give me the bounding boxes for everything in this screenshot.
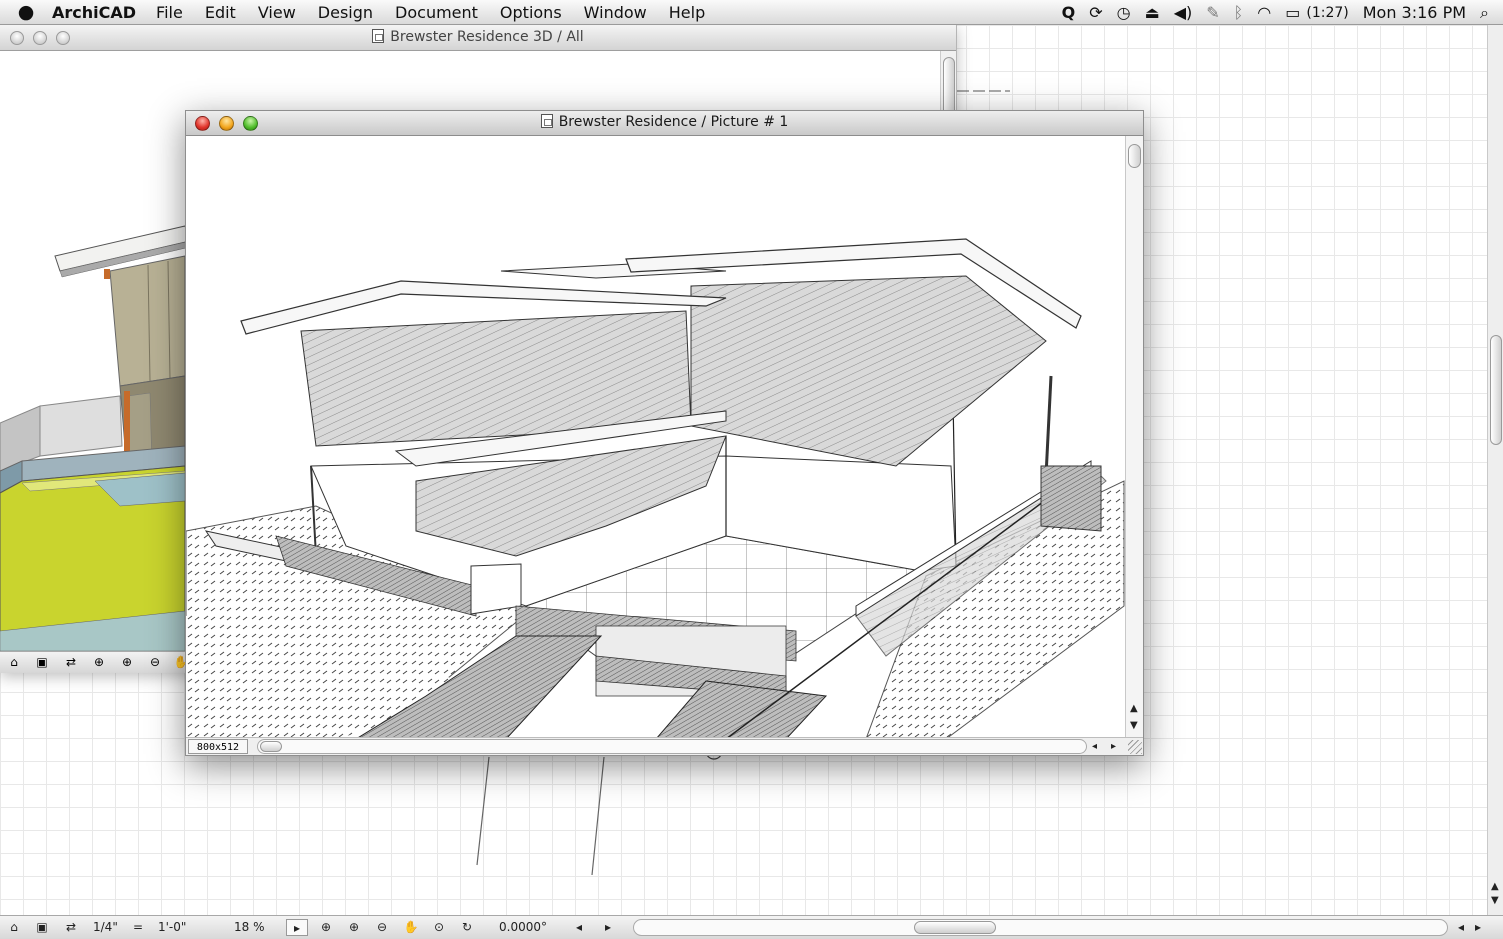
scroll-up-arrow-icon[interactable]: ▲ bbox=[1130, 703, 1138, 714]
navigator-icon[interactable]: ⌂ bbox=[3, 654, 25, 671]
picture-size-label: 800x512 bbox=[188, 739, 248, 754]
zoom-in-icon[interactable]: ⊕ bbox=[116, 654, 138, 671]
menu-document[interactable]: Document bbox=[395, 3, 478, 22]
menu-bar: ● ArchiCAD File Edit View Design Documen… bbox=[0, 0, 1503, 25]
picture-window[interactable]: Brewster Residence / Picture # 1 ▲ ▼ 800… bbox=[185, 110, 1144, 756]
preview-icon[interactable]: ▣ bbox=[31, 654, 53, 671]
apple-icon[interactable]: ● bbox=[0, 1, 52, 23]
preview-icon[interactable]: ▣ bbox=[31, 919, 53, 936]
eject-icon[interactable]: ⏏ bbox=[1145, 3, 1160, 22]
menu-view[interactable]: View bbox=[258, 3, 296, 22]
menu-edit[interactable]: Edit bbox=[205, 3, 236, 22]
3d-window-title: Brewster Residence 3D / All bbox=[0, 29, 956, 45]
scale-right[interactable]: 1'-0" bbox=[158, 919, 186, 936]
plan-vertical-scrollbar[interactable]: ▲ ▼ bbox=[1487, 25, 1503, 915]
plan-horizontal-scroll-thumb[interactable] bbox=[914, 921, 996, 934]
picture-window-bottom-bar: 800x512 ◂ ▸ bbox=[186, 737, 1143, 755]
zoom-out-icon[interactable]: ⊖ bbox=[144, 654, 166, 671]
picture-horizontal-scrollbar[interactable] bbox=[257, 739, 1087, 754]
rendered-picture bbox=[186, 136, 1126, 739]
menu-window[interactable]: Window bbox=[584, 3, 647, 22]
app-menu[interactable]: ArchiCAD bbox=[52, 3, 136, 22]
volume-icon[interactable]: ◀) bbox=[1174, 3, 1193, 22]
next-zoom-icon[interactable]: ▸ bbox=[597, 919, 619, 936]
scroll-down-arrow-icon[interactable]: ▼ bbox=[1130, 720, 1138, 731]
pan-hand-icon[interactable]: ✋ bbox=[400, 919, 422, 936]
3d-vertical-scroll-thumb[interactable] bbox=[943, 57, 955, 117]
status-menus: Q ⟳ ◷ ⏏ ◀) ✎ ᛒ ◠ ▭ (1:27) Mon 3:16 PM ⌕ bbox=[1062, 0, 1503, 25]
picture-vertical-scroll-thumb[interactable] bbox=[1128, 144, 1141, 168]
menu-design[interactable]: Design bbox=[318, 3, 373, 22]
scroll-right-arrow-icon[interactable]: ▸ bbox=[1111, 741, 1116, 752]
plan-bottom-toolbar: ⌂ ▣ ⇄ 1/4" = 1'-0" 18 % ▸ ⊕ ⊕ ⊖ ✋ ⊙ ↻ 0.… bbox=[0, 915, 1503, 939]
zoom-popup-arrow-icon[interactable]: ▸ bbox=[286, 919, 308, 936]
layout-switch-icon[interactable]: ⇄ bbox=[60, 919, 82, 936]
orientation-angle[interactable]: 0.0000° bbox=[499, 919, 547, 936]
previous-zoom-icon[interactable]: ◂ bbox=[568, 919, 590, 936]
picture-vertical-scrollbar[interactable]: ▲ ▼ bbox=[1125, 136, 1143, 739]
spotlight-q-icon[interactable]: Q bbox=[1062, 3, 1076, 22]
pen-icon[interactable]: ✎ bbox=[1206, 3, 1219, 22]
document-icon bbox=[540, 114, 553, 128]
picture-horizontal-scroll-thumb[interactable] bbox=[260, 741, 282, 752]
scroll-left-arrow-icon[interactable]: ◂ bbox=[1092, 741, 1097, 752]
zoom-area-icon[interactable]: ⊕ bbox=[315, 919, 337, 936]
picture-window-title: Brewster Residence / Picture # 1 bbox=[186, 114, 1143, 130]
scale-equals: = bbox=[133, 920, 144, 934]
bluetooth-icon[interactable]: ᛒ bbox=[1234, 3, 1244, 22]
3d-window-titlebar[interactable]: Brewster Residence 3D / All bbox=[0, 25, 956, 51]
menu-options[interactable]: Options bbox=[500, 3, 562, 22]
time-machine-icon[interactable]: ◷ bbox=[1117, 3, 1131, 22]
wifi-icon[interactable]: ◠ bbox=[1257, 3, 1271, 22]
sync-icon[interactable]: ⟳ bbox=[1089, 3, 1102, 22]
plan-horizontal-scrollbar[interactable] bbox=[633, 919, 1448, 936]
picture-window-titlebar[interactable]: Brewster Residence / Picture # 1 bbox=[186, 111, 1143, 136]
navigator-icon[interactable]: ⌂ bbox=[3, 919, 25, 936]
scroll-up-arrow-icon[interactable]: ▲ bbox=[1491, 881, 1499, 892]
zoom-area-icon[interactable]: ⊕ bbox=[88, 654, 110, 671]
rotate-view-icon[interactable]: ↻ bbox=[456, 919, 478, 936]
menu-clock[interactable]: Mon 3:16 PM bbox=[1363, 3, 1466, 22]
fit-in-window-icon[interactable]: ⊙ bbox=[428, 919, 450, 936]
document-icon bbox=[372, 29, 385, 43]
layout-switch-icon[interactable]: ⇄ bbox=[60, 654, 82, 671]
scroll-down-arrow-icon[interactable]: ▼ bbox=[1491, 895, 1499, 906]
battery-time[interactable]: (1:27) bbox=[1306, 5, 1348, 21]
picture-window-title-text: Brewster Residence / Picture # 1 bbox=[558, 114, 789, 130]
scale-left[interactable]: 1/4" bbox=[93, 919, 118, 936]
battery-icon[interactable]: ▭ bbox=[1285, 3, 1300, 22]
zoom-in-icon[interactable]: ⊕ bbox=[343, 919, 365, 936]
zoom-out-icon[interactable]: ⊖ bbox=[371, 919, 393, 936]
3d-window-title-text: Brewster Residence 3D / All bbox=[390, 29, 584, 45]
resize-grip-icon[interactable] bbox=[1128, 740, 1142, 754]
menu-file[interactable]: File bbox=[156, 3, 183, 22]
scroll-right-arrow-icon[interactable]: ▸ bbox=[1467, 919, 1489, 936]
plan-vertical-scroll-thumb[interactable] bbox=[1490, 335, 1502, 445]
zoom-value[interactable]: 18 % bbox=[234, 919, 265, 936]
menu-help[interactable]: Help bbox=[669, 3, 705, 22]
search-icon[interactable]: ⌕ bbox=[1480, 3, 1489, 23]
